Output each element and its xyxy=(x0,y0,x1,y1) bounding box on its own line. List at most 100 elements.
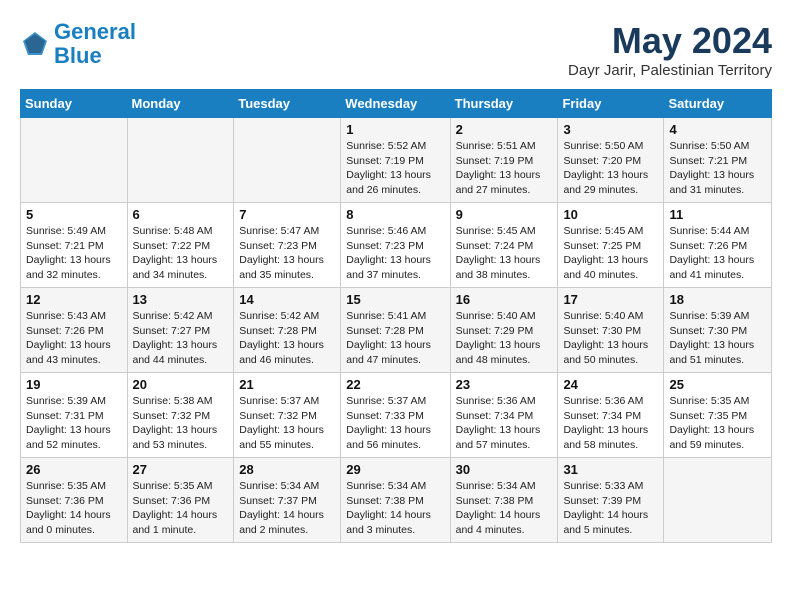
title-area: May 2024 Dayr Jarir, Palestinian Territo… xyxy=(568,20,772,79)
calendar-week-row: 12Sunrise: 5:43 AM Sunset: 7:26 PM Dayli… xyxy=(21,288,772,373)
calendar-cell xyxy=(21,118,128,203)
day-number: 10 xyxy=(563,207,658,222)
column-header-wednesday: Wednesday xyxy=(341,90,450,118)
calendar-cell: 5 Sunrise: 5:49 AM Sunset: 7:21 PM Daylig… xyxy=(21,203,128,288)
calendar-cell: 22 Sunrise: 5:37 AM Sunset: 7:33 PM Dayli… xyxy=(341,373,450,458)
logo-blue: Blue xyxy=(54,43,102,68)
calendar-cell: 10 Sunrise: 5:45 AM Sunset: 7:25 PM Dayli… xyxy=(558,203,664,288)
calendar-cell: 8Sunrise: 5:46 AM Sunset: 7:23 PM Daylig… xyxy=(341,203,450,288)
day-number: 3 xyxy=(563,122,658,137)
day-info: Sunrise: 5:35 AM Sunset: 7:36 PM Dayligh… xyxy=(26,479,122,538)
day-number: 1 xyxy=(346,122,444,137)
day-number: 12 xyxy=(26,292,122,307)
calendar-week-row: 5 Sunrise: 5:49 AM Sunset: 7:21 PM Daylig… xyxy=(21,203,772,288)
column-header-sunday: Sunday xyxy=(21,90,128,118)
calendar-cell: 16 Sunrise: 5:40 AM Sunset: 7:29 PM Dayli… xyxy=(450,288,558,373)
day-info: Sunrise: 5:45 AM Sunset: 7:25 PM Dayligh… xyxy=(563,224,658,283)
day-number: 5 xyxy=(26,207,122,222)
day-number: 27 xyxy=(133,462,229,477)
day-number: 14 xyxy=(239,292,335,307)
calendar-cell: 19 Sunrise: 5:39 AM Sunset: 7:31 PM Dayli… xyxy=(21,373,128,458)
day-info: Sunrise: 5:40 AM Sunset: 7:30 PM Dayligh… xyxy=(563,309,658,368)
day-number: 24 xyxy=(563,377,658,392)
day-number: 23 xyxy=(456,377,553,392)
day-info: Sunrise: 5:33 AM Sunset: 7:39 PM Dayligh… xyxy=(563,479,658,538)
calendar-cell: 23 Sunrise: 5:36 AM Sunset: 7:34 PM Dayli… xyxy=(450,373,558,458)
calendar-cell: 18Sunrise: 5:39 AM Sunset: 7:30 PM Dayli… xyxy=(664,288,772,373)
column-header-saturday: Saturday xyxy=(664,90,772,118)
day-info: Sunrise: 5:35 AM Sunset: 7:35 PM Dayligh… xyxy=(669,394,766,453)
day-info: Sunrise: 5:40 AM Sunset: 7:29 PM Dayligh… xyxy=(456,309,553,368)
calendar-cell xyxy=(664,458,772,543)
calendar-cell: 4Sunrise: 5:50 AM Sunset: 7:21 PM Daylig… xyxy=(664,118,772,203)
day-info: Sunrise: 5:36 AM Sunset: 7:34 PM Dayligh… xyxy=(456,394,553,453)
calendar-cell: 1 Sunrise: 5:52 AM Sunset: 7:19 PM Daylig… xyxy=(341,118,450,203)
day-info: Sunrise: 5:34 AM Sunset: 7:38 PM Dayligh… xyxy=(346,479,444,538)
calendar-cell: 31 Sunrise: 5:33 AM Sunset: 7:39 PM Dayli… xyxy=(558,458,664,543)
day-number: 6 xyxy=(133,207,229,222)
calendar-cell: 25 Sunrise: 5:35 AM Sunset: 7:35 PM Dayli… xyxy=(664,373,772,458)
day-info: Sunrise: 5:51 AM Sunset: 7:19 PM Dayligh… xyxy=(456,139,553,198)
calendar-table: SundayMondayTuesdayWednesdayThursdayFrid… xyxy=(20,89,772,543)
day-number: 29 xyxy=(346,462,444,477)
day-info: Sunrise: 5:45 AM Sunset: 7:24 PM Dayligh… xyxy=(456,224,553,283)
day-number: 13 xyxy=(133,292,229,307)
day-number: 16 xyxy=(456,292,553,307)
logo-general: General xyxy=(54,19,136,44)
day-info: Sunrise: 5:42 AM Sunset: 7:28 PM Dayligh… xyxy=(239,309,335,368)
day-number: 2 xyxy=(456,122,553,137)
calendar-cell: 14 Sunrise: 5:42 AM Sunset: 7:28 PM Dayli… xyxy=(234,288,341,373)
day-info: Sunrise: 5:35 AM Sunset: 7:36 PM Dayligh… xyxy=(133,479,229,538)
day-number: 25 xyxy=(669,377,766,392)
day-info: Sunrise: 5:49 AM Sunset: 7:21 PM Dayligh… xyxy=(26,224,122,283)
day-info: Sunrise: 5:38 AM Sunset: 7:32 PM Dayligh… xyxy=(133,394,229,453)
day-number: 9 xyxy=(456,207,553,222)
day-number: 21 xyxy=(239,377,335,392)
calendar-week-row: 1 Sunrise: 5:52 AM Sunset: 7:19 PM Daylig… xyxy=(21,118,772,203)
calendar-cell xyxy=(234,118,341,203)
day-info: Sunrise: 5:47 AM Sunset: 7:23 PM Dayligh… xyxy=(239,224,335,283)
calendar-cell: 24 Sunrise: 5:36 AM Sunset: 7:34 PM Dayli… xyxy=(558,373,664,458)
calendar-cell: 7Sunrise: 5:47 AM Sunset: 7:23 PM Daylig… xyxy=(234,203,341,288)
logo-icon xyxy=(20,29,50,59)
day-info: Sunrise: 5:48 AM Sunset: 7:22 PM Dayligh… xyxy=(133,224,229,283)
calendar-cell: 21Sunrise: 5:37 AM Sunset: 7:32 PM Dayli… xyxy=(234,373,341,458)
calendar-cell: 11Sunrise: 5:44 AM Sunset: 7:26 PM Dayli… xyxy=(664,203,772,288)
day-number: 4 xyxy=(669,122,766,137)
day-number: 28 xyxy=(239,462,335,477)
calendar-cell: 29 Sunrise: 5:34 AM Sunset: 7:38 PM Dayli… xyxy=(341,458,450,543)
day-number: 31 xyxy=(563,462,658,477)
day-number: 19 xyxy=(26,377,122,392)
calendar-cell: 26 Sunrise: 5:35 AM Sunset: 7:36 PM Dayli… xyxy=(21,458,128,543)
day-info: Sunrise: 5:46 AM Sunset: 7:23 PM Dayligh… xyxy=(346,224,444,283)
day-info: Sunrise: 5:39 AM Sunset: 7:30 PM Dayligh… xyxy=(669,309,766,368)
calendar-cell: 9 Sunrise: 5:45 AM Sunset: 7:24 PM Daylig… xyxy=(450,203,558,288)
day-info: Sunrise: 5:39 AM Sunset: 7:31 PM Dayligh… xyxy=(26,394,122,453)
calendar-cell: 3 Sunrise: 5:50 AM Sunset: 7:20 PM Daylig… xyxy=(558,118,664,203)
calendar-cell: 30 Sunrise: 5:34 AM Sunset: 7:38 PM Dayli… xyxy=(450,458,558,543)
day-number: 30 xyxy=(456,462,553,477)
day-info: Sunrise: 5:34 AM Sunset: 7:37 PM Dayligh… xyxy=(239,479,335,538)
calendar-cell: 27 Sunrise: 5:35 AM Sunset: 7:36 PM Dayli… xyxy=(127,458,234,543)
column-header-tuesday: Tuesday xyxy=(234,90,341,118)
day-info: Sunrise: 5:50 AM Sunset: 7:20 PM Dayligh… xyxy=(563,139,658,198)
location-subtitle: Dayr Jarir, Palestinian Territory xyxy=(568,62,772,79)
day-info: Sunrise: 5:52 AM Sunset: 7:19 PM Dayligh… xyxy=(346,139,444,198)
calendar-cell: 15 Sunrise: 5:41 AM Sunset: 7:28 PM Dayli… xyxy=(341,288,450,373)
calendar-cell: 6 Sunrise: 5:48 AM Sunset: 7:22 PM Daylig… xyxy=(127,203,234,288)
day-number: 26 xyxy=(26,462,122,477)
day-number: 22 xyxy=(346,377,444,392)
day-info: Sunrise: 5:37 AM Sunset: 7:33 PM Dayligh… xyxy=(346,394,444,453)
logo: General Blue xyxy=(20,20,136,68)
day-number: 20 xyxy=(133,377,229,392)
day-info: Sunrise: 5:36 AM Sunset: 7:34 PM Dayligh… xyxy=(563,394,658,453)
day-number: 17 xyxy=(563,292,658,307)
column-header-friday: Friday xyxy=(558,90,664,118)
day-info: Sunrise: 5:34 AM Sunset: 7:38 PM Dayligh… xyxy=(456,479,553,538)
day-info: Sunrise: 5:41 AM Sunset: 7:28 PM Dayligh… xyxy=(346,309,444,368)
calendar-cell: 2 Sunrise: 5:51 AM Sunset: 7:19 PM Daylig… xyxy=(450,118,558,203)
calendar-header-row: SundayMondayTuesdayWednesdayThursdayFrid… xyxy=(21,90,772,118)
logo-text: General Blue xyxy=(54,20,136,68)
column-header-thursday: Thursday xyxy=(450,90,558,118)
day-number: 15 xyxy=(346,292,444,307)
